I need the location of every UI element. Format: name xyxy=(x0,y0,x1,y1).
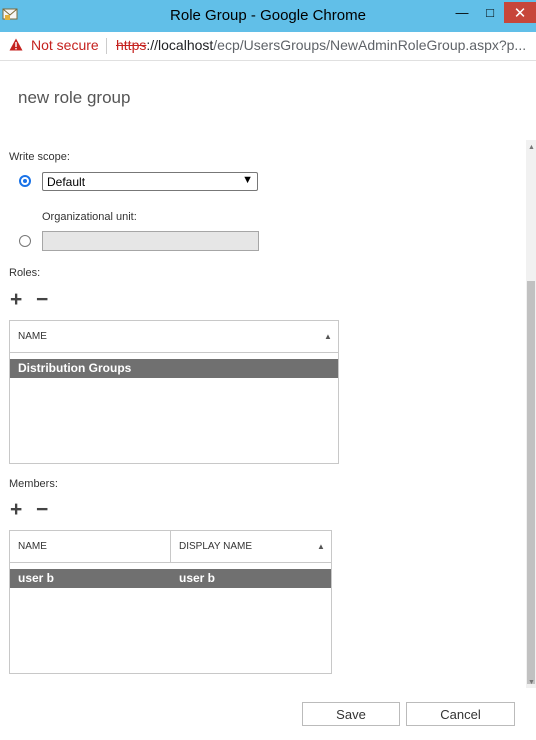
members-col-name[interactable]: NAME xyxy=(10,531,171,562)
add-member-button[interactable]: + xyxy=(10,499,22,520)
address-bar[interactable]: Not secure https://localhost/ecp/UsersGr… xyxy=(0,32,536,61)
members-grid-header: NAME DISPLAY NAME ▲ xyxy=(10,531,331,563)
remove-member-button[interactable]: − xyxy=(36,499,48,520)
not-secure-label[interactable]: Not secure xyxy=(31,37,99,53)
window-titlebar: Role Group - Google Chrome — □ ✕ xyxy=(0,0,536,32)
scrollbar-thumb[interactable] xyxy=(527,281,535,684)
table-row[interactable]: user b user b xyxy=(10,569,331,588)
sort-up-icon[interactable]: ▲ xyxy=(317,542,325,551)
write-scope-selected: Default xyxy=(47,175,86,189)
add-role-button[interactable]: + xyxy=(10,289,22,310)
member-name-cell: user b xyxy=(18,571,55,585)
members-col-display-name[interactable]: DISPLAY NAME xyxy=(171,531,331,562)
org-unit-input[interactable] xyxy=(42,231,259,251)
roles-label: Roles: xyxy=(9,267,41,279)
url-host: ://localhost xyxy=(146,37,214,53)
members-grid[interactable]: NAME DISPLAY NAME ▲ user b user b xyxy=(9,530,332,674)
url-text[interactable]: https://localhost/ecp/UsersGroups/NewAdm… xyxy=(116,37,532,53)
table-row[interactable]: Distribution Groups xyxy=(10,359,338,378)
page-title: new role group xyxy=(18,88,131,107)
org-unit-label: Organizational unit: xyxy=(42,211,137,223)
address-separator xyxy=(106,38,107,54)
warning-icon xyxy=(9,38,23,54)
close-button[interactable]: ✕ xyxy=(504,2,536,23)
roles-col-name[interactable]: NAME xyxy=(10,321,338,352)
sort-up-icon[interactable]: ▲ xyxy=(324,332,332,341)
org-unit-radio[interactable] xyxy=(19,235,31,247)
minimize-button[interactable]: — xyxy=(448,2,476,23)
url-path: /ecp/UsersGroups/NewAdminRoleGroup.aspx?… xyxy=(213,37,527,53)
roles-grid-header: NAME ▲ xyxy=(10,321,338,353)
roles-grid[interactable]: NAME ▲ Distribution Groups xyxy=(9,320,339,464)
write-scope-label: Write scope: xyxy=(9,151,70,163)
role-name-cell: Distribution Groups xyxy=(18,361,132,375)
members-label: Members: xyxy=(9,478,58,490)
cancel-button[interactable]: Cancel xyxy=(406,702,515,726)
maximize-button[interactable]: □ xyxy=(476,2,504,23)
member-display-name-cell: user b xyxy=(179,571,216,585)
scroll-down-icon[interactable]: ▼ xyxy=(528,679,535,686)
url-scheme: https xyxy=(116,37,147,53)
page-scrollbar[interactable]: ▲ ▼ xyxy=(526,140,536,688)
write-scope-select[interactable]: Default ▼ xyxy=(42,172,258,191)
chevron-down-icon: ▼ xyxy=(242,174,253,186)
scroll-up-icon[interactable]: ▲ xyxy=(528,144,535,151)
save-button[interactable]: Save xyxy=(302,702,400,726)
write-scope-default-radio[interactable] xyxy=(19,175,31,187)
remove-role-button[interactable]: − xyxy=(36,289,48,310)
